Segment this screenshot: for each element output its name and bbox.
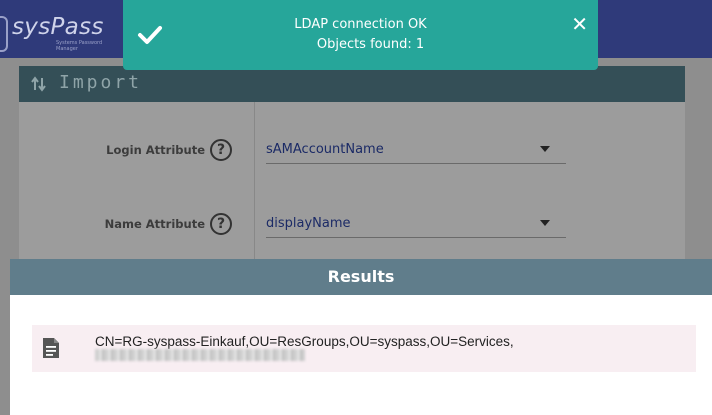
name-attribute-help-icon[interactable]: ? [210,213,232,235]
import-panel-title: Import [59,72,143,93]
success-toast: LDAP connection OK Objects found: 1 ✕ [123,0,598,70]
close-icon[interactable]: ✕ [571,12,588,36]
name-attribute-label: Name Attribute [104,217,205,231]
login-attribute-select[interactable]: sAMAccountName [266,134,566,164]
redacted-text [95,349,305,361]
logo-text: sysPass [12,14,104,40]
login-attribute-value: sAMAccountName [266,142,384,157]
name-attribute-select[interactable]: displayName [266,208,566,238]
toast-message-line2: Objects found: 1 [316,37,425,52]
logo-mark-icon [0,16,8,52]
name-attribute-value: displayName [266,216,351,231]
document-icon [43,338,59,358]
result-dn-text: CN=RG-syspass-Einkauf,OU=ResGroups,OU=sy… [95,335,693,363]
toast-message-line1: LDAP connection OK [294,17,427,32]
login-attribute-help-icon[interactable]: ? [210,139,232,161]
chevron-down-icon [540,146,550,152]
result-dn-value: CN=RG-syspass-Einkauf,OU=ResGroups,OU=sy… [95,334,514,349]
syspass-logo[interactable]: sysPass Systems Password Manager [0,8,125,58]
results-dialog: Results CN=RG-syspass-Einkauf,OU=ResGrou… [10,259,712,415]
logo-subtitle: Systems Password Manager [56,40,103,52]
results-dialog-header: Results [10,259,712,295]
chevron-down-icon [540,220,550,226]
import-panel-header: Import [19,66,685,102]
login-attribute-label: Login Attribute [106,143,205,157]
results-dialog-title: Results [327,267,395,286]
list-item[interactable]: CN=RG-syspass-Einkauf,OU=ResGroups,OU=sy… [32,325,696,372]
import-arrows-icon [31,76,46,92]
results-dialog-body: CN=RG-syspass-Einkauf,OU=ResGroups,OU=sy… [10,295,712,415]
